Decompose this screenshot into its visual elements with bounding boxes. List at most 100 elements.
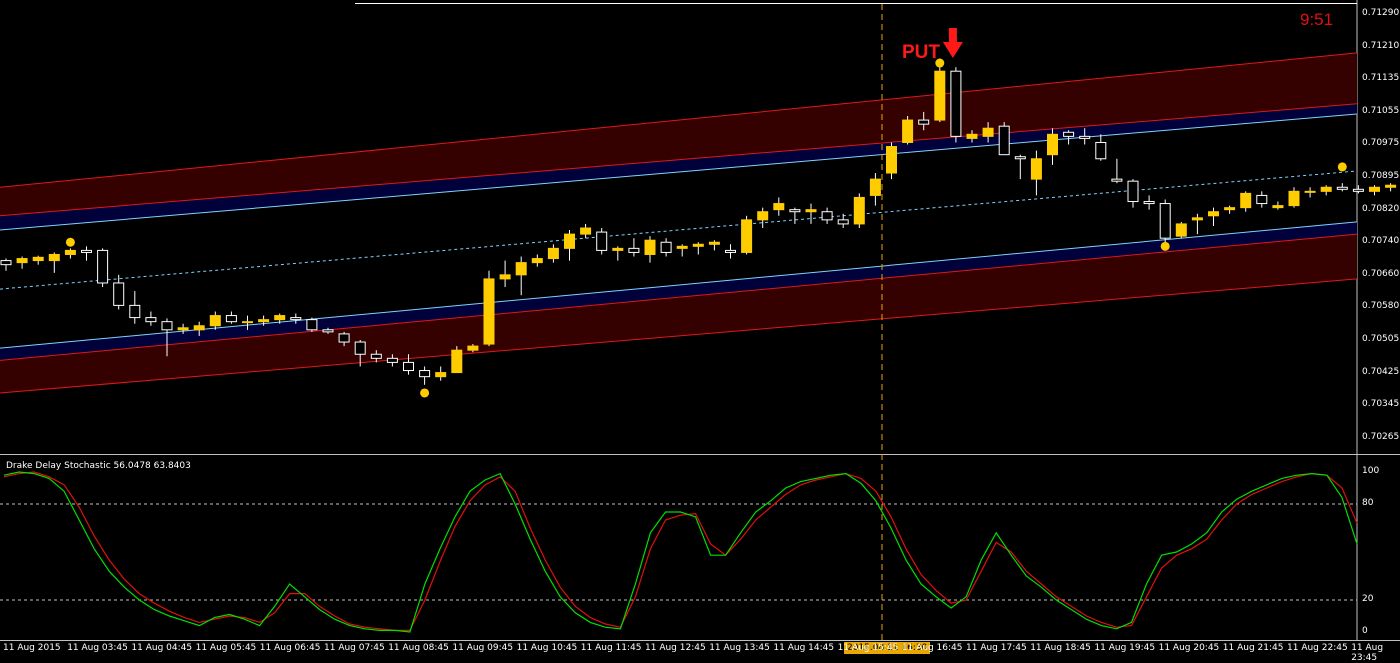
time-tick-label: 11 Aug 05:45	[195, 643, 257, 653]
put-signal-label: PUT	[902, 42, 940, 63]
time-tick-label: 11 Aug 22:45	[1287, 643, 1348, 653]
candle-body	[805, 209, 817, 213]
time-tick-label: 11 Aug 12:45	[645, 643, 706, 653]
candle-body	[1111, 178, 1123, 182]
candle-body	[1047, 133, 1058, 156]
candle-body	[596, 231, 608, 251]
candle-body	[1352, 188, 1364, 192]
signal-dot	[1160, 241, 1170, 251]
candle-body	[274, 315, 286, 321]
candle-body	[1320, 186, 1332, 192]
time-tick-label: 11 Aug 23:45	[1351, 643, 1384, 663]
candle-body	[1159, 203, 1171, 239]
candle-body	[225, 315, 237, 323]
candle-body	[242, 321, 253, 324]
candle-body	[515, 262, 527, 276]
indicator-title: Drake Delay Stochastic 56.0478 63.8403	[6, 461, 191, 471]
candle-body	[0, 260, 12, 266]
candle-body	[145, 317, 157, 323]
candle-body	[853, 196, 865, 225]
price-tick-label: 0.70820	[1362, 203, 1400, 214]
candle-body	[1256, 194, 1268, 205]
candle-body	[580, 227, 592, 235]
signal-dot	[65, 237, 75, 247]
candle-body	[435, 372, 447, 378]
candle-body	[193, 325, 205, 331]
candle-body	[741, 219, 753, 253]
candle-body	[531, 258, 543, 264]
time-tick-label: 11 Aug 21:45	[1222, 643, 1284, 653]
time-tick-label: 11 Aug 17:45	[966, 643, 1027, 653]
candle-body	[628, 247, 640, 253]
candle-body	[1030, 158, 1042, 180]
candle-body	[773, 203, 785, 211]
candle-body	[32, 256, 44, 262]
candle-body	[1095, 141, 1107, 160]
candle-body	[483, 278, 495, 345]
time-tick-label: 11 Aug 2015	[3, 643, 61, 653]
candle-body	[1175, 223, 1187, 237]
server-clock: 9:51	[1300, 10, 1334, 29]
stochastic-tick-label: 100	[1362, 466, 1380, 476]
time-tick-label: 11 Aug 11:45	[580, 643, 642, 653]
time-tick-label: 11 Aug 09:45	[452, 643, 514, 653]
candle-body	[966, 133, 978, 139]
candle-body	[692, 243, 704, 247]
candle-body	[1079, 135, 1091, 139]
price-tick-label: 0.71210	[1362, 40, 1400, 51]
time-tick-label: 11 Aug 03:45	[67, 643, 128, 653]
forex-chart-canvas[interactable]	[0, 0, 1400, 657]
time-tick-label: 11 Aug 13:45	[709, 643, 770, 653]
candle-body	[370, 353, 382, 359]
candle-body	[1304, 190, 1316, 193]
candle-body	[467, 345, 479, 351]
candle-body	[564, 233, 575, 249]
signal-dot	[420, 388, 430, 398]
candle-body	[290, 317, 302, 321]
candle-body	[1191, 217, 1203, 221]
time-tick-label: 11 Aug 20:45	[1158, 643, 1220, 653]
candle-body	[16, 258, 28, 264]
candle-body	[1127, 180, 1139, 203]
candle-body	[209, 315, 221, 327]
candle-body	[612, 247, 624, 251]
price-tick-label: 0.70740	[1362, 236, 1400, 247]
time-tick-label: 11 Aug 19:45	[1094, 643, 1156, 653]
price-tick-label: 0.70265	[1362, 431, 1400, 442]
candle-body	[1369, 186, 1380, 192]
candle-body	[676, 245, 688, 249]
time-tick-label: 11 Aug 06:45	[259, 643, 321, 653]
candle-body	[1240, 192, 1252, 209]
candle-body	[97, 249, 109, 284]
candle-body	[64, 249, 76, 255]
price-tick-label: 0.70580	[1362, 301, 1400, 312]
candle-body	[177, 327, 189, 331]
price-tick-label: 0.71055	[1362, 105, 1400, 116]
candle-body	[725, 249, 736, 253]
candle-body	[419, 370, 431, 378]
candle-body	[258, 319, 270, 323]
time-tick-label: 11 Aug 16:45	[901, 643, 963, 653]
signal-dot	[1337, 162, 1347, 172]
candle-body	[934, 70, 946, 121]
candle-body	[1208, 211, 1219, 217]
time-tick-label: 11 Aug 08:45	[388, 643, 449, 653]
candle-body	[403, 361, 414, 372]
candle-body	[660, 241, 672, 253]
stochastic-tick-label: 0	[1362, 626, 1368, 636]
candle-body	[386, 357, 398, 363]
candle-body	[757, 211, 769, 221]
candle-body	[708, 241, 720, 245]
stochastic-tick-label: 20	[1362, 594, 1374, 604]
candle-body	[1385, 184, 1397, 188]
candle-body	[918, 119, 930, 125]
candle-body	[998, 125, 1010, 156]
candle-body	[1063, 131, 1075, 137]
candle-body	[1224, 207, 1236, 211]
candle-body	[547, 247, 559, 260]
candle-body	[1272, 205, 1284, 209]
candle-body	[821, 211, 833, 221]
candle-body	[129, 304, 141, 319]
candle-body	[902, 119, 914, 143]
candle-body	[789, 209, 801, 213]
